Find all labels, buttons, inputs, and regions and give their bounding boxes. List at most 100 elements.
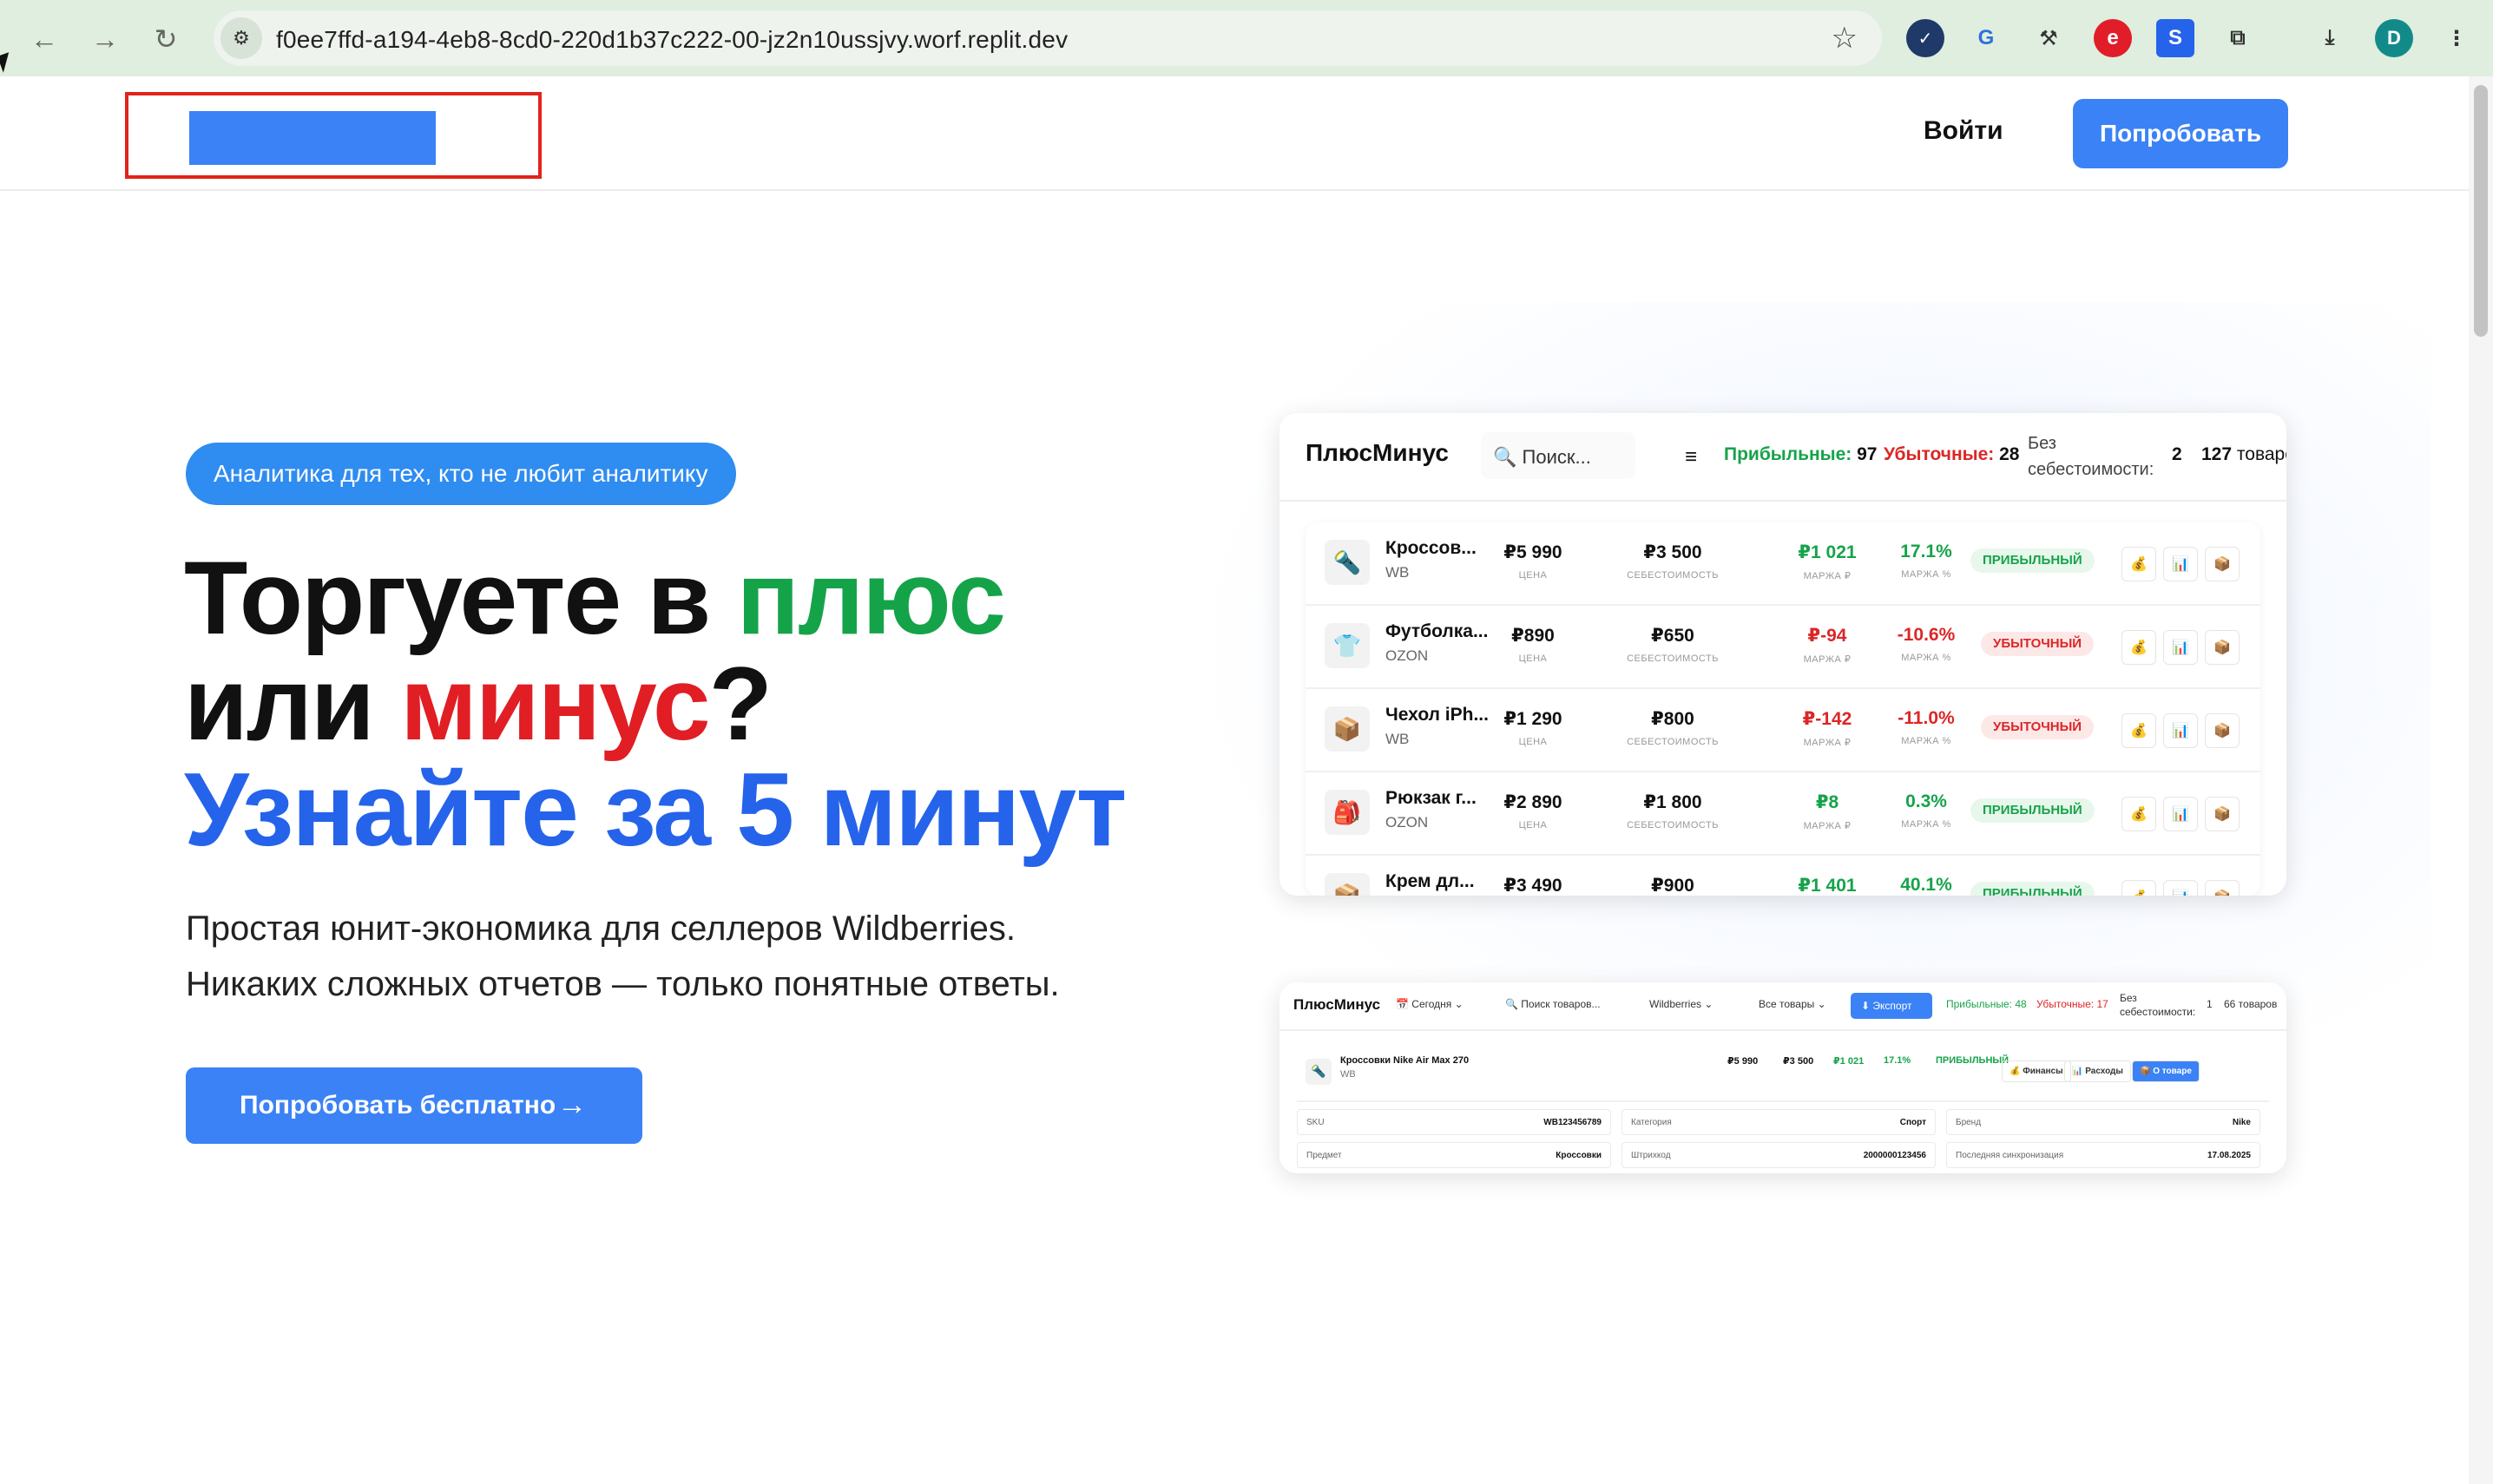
cell-value: ₽-94: [1807, 626, 1847, 646]
url-text[interactable]: f0ee7ffd-a194-4eb8-8cd0-220d1b37c222-00-…: [276, 26, 1068, 54]
detail-attribute: Предмет Кроссовки: [1297, 1142, 1611, 1168]
tool-extension-icon[interactable]: ⚒: [2029, 19, 2068, 57]
status-badge: ПРИБЫЛЬНЫЙ: [1970, 548, 2095, 573]
e-extension-icon[interactable]: e: [2094, 19, 2132, 57]
hero-title: Торгуете в плюс или минус? Узнайте за 5 …: [184, 545, 1226, 863]
detail-preview-header: ПлюсМинус 📅 Сегодня ⌄ 🔍 Поиск товаров...…: [1279, 982, 2286, 1031]
browser-menu-icon[interactable]: ⋮: [2437, 19, 2476, 57]
forward-icon[interactable]: →: [85, 19, 125, 59]
cta-try-free-button[interactable]: Попробовать бесплатно →: [186, 1067, 642, 1144]
address-bar[interactable]: ⚙ f0ee7ffd-a194-4eb8-8cd0-220d1b37c222-0…: [214, 10, 1882, 66]
row-action-icon[interactable]: 📦: [2205, 713, 2240, 748]
row-action-icon[interactable]: 📊: [2163, 713, 2198, 748]
filter-select: Все товары ⌄: [1759, 998, 1826, 1010]
expenses-button[interactable]: 📊 Расходы: [2064, 1060, 2131, 1082]
cell-price: ₽890 ЦЕНА: [1498, 625, 1568, 664]
stat-loss-count: 28: [1999, 444, 2020, 464]
page-scrollbar[interactable]: [2469, 76, 2493, 1484]
download-icon[interactable]: ⤓: [2311, 19, 2349, 57]
detail-stat-nocost: Без себестоимости:: [2120, 992, 2196, 1018]
row-action-icon[interactable]: 💰: [2121, 547, 2156, 581]
product-marketplace: OZON: [1385, 814, 1429, 831]
cell-label: СЕБЕСТОИМОСТЬ: [1627, 820, 1719, 831]
cell-value: ₽3 500: [1643, 542, 1702, 562]
cell-value: ₽1 290: [1503, 709, 1562, 729]
product-thumb-icon: 🔦: [1325, 540, 1370, 585]
row-action-icon[interactable]: 📊: [2163, 547, 2198, 581]
cell-value: ₽1 021: [1798, 542, 1857, 562]
table-row: 📦Крем дл...WB₽3 490ЦЕНА₽900СЕБЕСТОИМОСТЬ…: [1306, 856, 2260, 896]
row-action-icon[interactable]: 💰: [2121, 713, 2156, 748]
detail-attribute: Категория Спорт: [1621, 1109, 1936, 1135]
detail-stat-profitable: Прибыльные: 48: [1946, 998, 2027, 1010]
cell-pct: -11.0% МАРЖА %: [1887, 708, 1965, 746]
cell-value: ₽900: [1651, 876, 1694, 896]
finance-button[interactable]: 💰 Финансы: [2002, 1060, 2071, 1082]
row-action-icon[interactable]: 💰: [2121, 630, 2156, 665]
row-action-icon[interactable]: 📊: [2163, 880, 2198, 896]
attribute-key: Штрихкод: [1631, 1151, 1671, 1160]
product-table: 🔦 Кроссов... WB ₽5 990 ЦЕНА ₽3 500 СЕБЕСТОИМОС…: [1306, 522, 2260, 896]
back-icon[interactable]: ←: [24, 19, 64, 59]
row-action-icon[interactable]: 📊: [2163, 630, 2198, 665]
detail-attribute: Бренд Nike: [1946, 1109, 2260, 1135]
status-badge: ПРИБЫЛЬНЫЙ: [1970, 798, 2095, 823]
cell-label: МАРЖА ₽: [1803, 654, 1852, 665]
period-select: 📅 Сегодня ⌄: [1396, 998, 1464, 1010]
cell-label: ЦЕНА: [1518, 737, 1548, 747]
status-badge: УБЫТОЧНЫЙ: [1981, 632, 2095, 656]
bookmark-star-icon[interactable]: ☆: [1832, 21, 1858, 56]
status-badge: УБЫТОЧНЫЙ: [1981, 715, 2095, 739]
detail-attributes-grid: SKU WB123456789 Категория Спорт Бренд Nike Пре…: [1297, 1109, 2269, 1170]
cell-cost: ₽1 800 СЕБЕСТОИМОСТЬ: [1616, 791, 1729, 831]
translate-extension-icon[interactable]: G: [1967, 19, 2005, 57]
title-part1: Торгуете в: [184, 540, 737, 656]
detail-status-badge: ПРИБЫЛЬНЫЙ: [1936, 1055, 2010, 1066]
stat-profitable-count: 97: [1857, 444, 1878, 464]
cell-value: 40.1%: [1900, 875, 1952, 895]
product-marketplace: OZON: [1385, 647, 1429, 664]
attribute-value: 17.08.2025: [2207, 1151, 2251, 1160]
scrollbar-thumb[interactable]: [2474, 85, 2488, 337]
detail-stat-loss: Убыточные: 17: [2036, 998, 2108, 1010]
cell-margin: ₽-142 МАРЖА ₽: [1788, 708, 1866, 748]
row-action-icon[interactable]: 📦: [2205, 547, 2240, 581]
detail-cost: ₽3 500: [1783, 1056, 1814, 1067]
cell-price: ₽1 290 ЦЕНА: [1498, 708, 1568, 747]
export-button: ⬇ Экспорт: [1851, 993, 1932, 1019]
row-action-icon[interactable]: 💰: [2121, 880, 2156, 896]
detail-stat-total: 66 товаров: [2224, 998, 2278, 1010]
cell-value: 17.1%: [1900, 542, 1952, 561]
preview-header: ПлюсМинус 🔍 Поиск... ≡ Прибыльные: 97 Уб…: [1279, 413, 2286, 502]
cell-value: ₽800: [1651, 709, 1694, 729]
browser-toolbar: ← → ↻ ⚙ f0ee7ffd-a194-4eb8-8cd0-220d1b37…: [0, 0, 2493, 76]
row-action-icon[interactable]: 📦: [2205, 880, 2240, 896]
cell-value: ₽2 890: [1503, 792, 1562, 812]
row-action-icon[interactable]: 📦: [2205, 797, 2240, 831]
cell-label: МАРЖА %: [1901, 653, 1951, 663]
about-product-button[interactable]: 📦 О товаре: [2132, 1060, 2200, 1082]
cell-label: МАРЖА ₽: [1803, 738, 1852, 748]
profile-avatar[interactable]: D: [2375, 19, 2413, 57]
stat-nocost-label-1: Без: [2028, 434, 2056, 453]
s-extension-icon[interactable]: S: [2156, 19, 2194, 57]
product-marketplace: WB: [1385, 564, 1410, 581]
cell-pct: -10.6% МАРЖА %: [1887, 625, 1965, 663]
reload-icon[interactable]: ↻: [146, 19, 186, 59]
logo-highlight-frame: [125, 92, 542, 179]
row-action-icon[interactable]: 📊: [2163, 797, 2198, 831]
row-action-icon[interactable]: 💰: [2121, 797, 2156, 831]
product-name: Чехол iPh...: [1385, 705, 1489, 725]
hero-badge: Аналитика для тех, кто не любит аналитик…: [186, 443, 736, 505]
check-extension-icon[interactable]: ✓: [1906, 19, 1944, 57]
logo-placeholder[interactable]: [189, 111, 436, 165]
marketplace-select: Wildberries ⌄: [1649, 998, 1714, 1010]
puzzle-extensions-icon[interactable]: ⧉: [2219, 19, 2257, 57]
table-row: 📦 Чехол iPh... WB ₽1 290 ЦЕНА ₽800 СЕБЕСТОИМОС…: [1306, 689, 2260, 772]
row-action-icon[interactable]: 📦: [2205, 630, 2240, 665]
login-link[interactable]: Войти: [1924, 116, 2003, 146]
arrow-right-icon: →: [557, 1088, 587, 1121]
try-button[interactable]: Попробовать: [2073, 99, 2288, 168]
site-settings-icon[interactable]: ⚙: [220, 17, 262, 59]
table-row: 🎒 Рюкзак г... OZON ₽2 890 ЦЕНА ₽1 800 СЕБЕСТОИ…: [1306, 772, 2260, 856]
